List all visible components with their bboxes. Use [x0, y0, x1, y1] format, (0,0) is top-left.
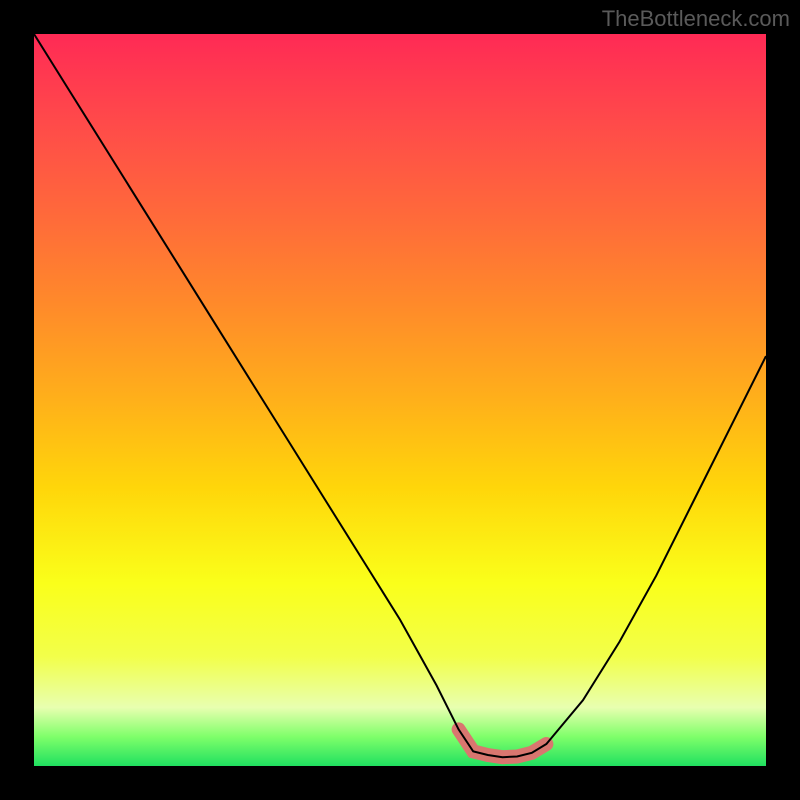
chart-svg: [34, 34, 766, 766]
watermark-text: TheBottleneck.com: [602, 6, 790, 32]
chart-plot-area: [34, 34, 766, 766]
bottleneck-curve: [34, 34, 766, 757]
